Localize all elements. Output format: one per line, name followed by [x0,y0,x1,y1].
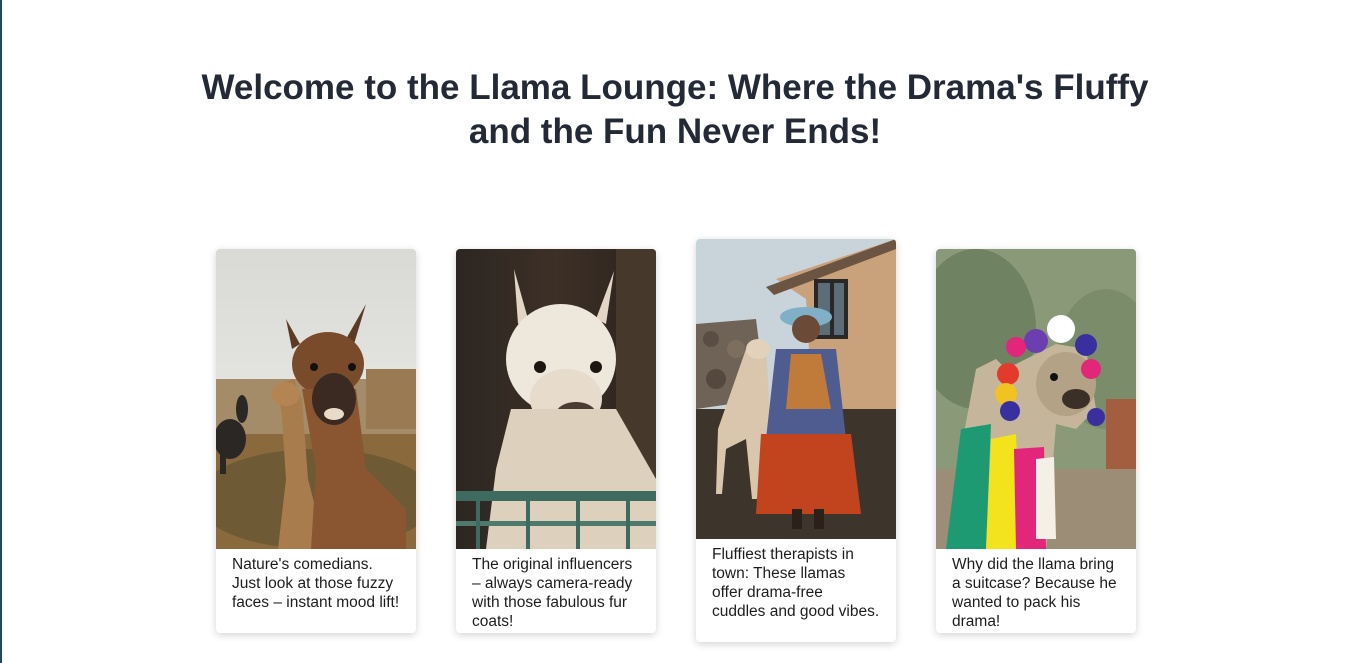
card-caption: Why did the llama bring a suitcase? Beca… [952,556,1117,630]
card-caption: The original influencers – always camera… [472,556,633,630]
page-title-line-1: Welcome to the Llama Lounge: Where the D… [201,68,1149,107]
llama-card-2: The original influencers – always camera… [456,249,656,633]
llama-card-3: Fluffiest therapists in town: These llam… [696,239,896,642]
llama-comedians-photo [216,249,416,549]
card-caption: Nature's comedians. Just look at those f… [232,556,400,611]
llama-card-4: Why did the llama bring a suitcase? Beca… [936,249,1136,633]
card-caption: Fluffiest therapists in town: These llam… [712,546,880,620]
alpaca-influencer-photo [456,249,656,549]
llama-card-1: Nature's comedians. Just look at those f… [216,249,416,633]
page-title-line-2: and the Fun Never Ends! [468,112,882,151]
page-title: Welcome to the Llama Lounge: Where the D… [0,66,1350,154]
llama-pompoms-photo [936,249,1136,549]
llama-therapist-photo [696,239,896,539]
